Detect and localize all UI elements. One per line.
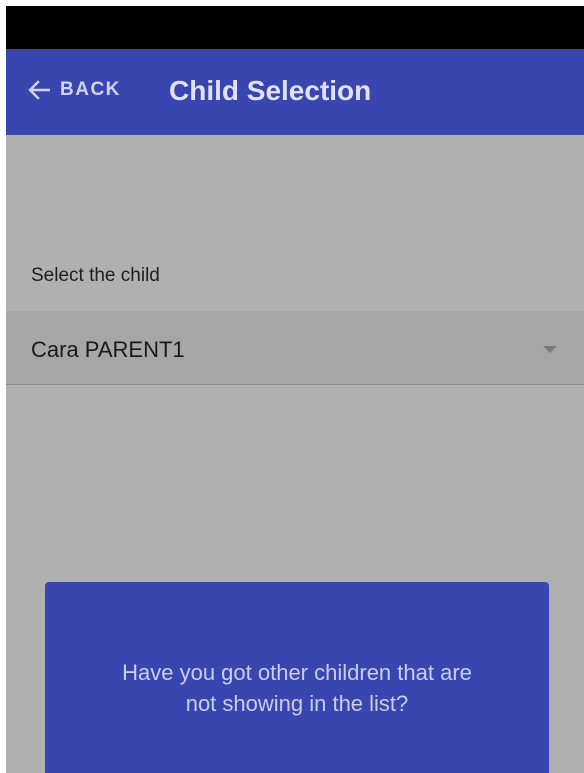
child-select-dropdown[interactable]: Cara PARENT1 xyxy=(6,311,584,385)
app-screen: BACK Child Selection Select the child Ca… xyxy=(6,6,584,773)
app-bar: BACK Child Selection xyxy=(6,49,584,135)
selected-child-value: Cara PARENT1 xyxy=(31,337,185,362)
other-children-card[interactable]: Have you got other children that are not… xyxy=(45,582,549,773)
back-button[interactable]: BACK xyxy=(28,79,121,101)
caret-down-icon xyxy=(543,346,557,353)
child-select-label: Select the child xyxy=(31,265,160,286)
status-bar xyxy=(6,6,584,49)
back-label: BACK xyxy=(60,79,121,100)
other-children-text: Have you got other children that are not… xyxy=(122,660,472,716)
page-title: Child Selection xyxy=(169,75,372,106)
arrow-left-icon xyxy=(28,80,50,100)
